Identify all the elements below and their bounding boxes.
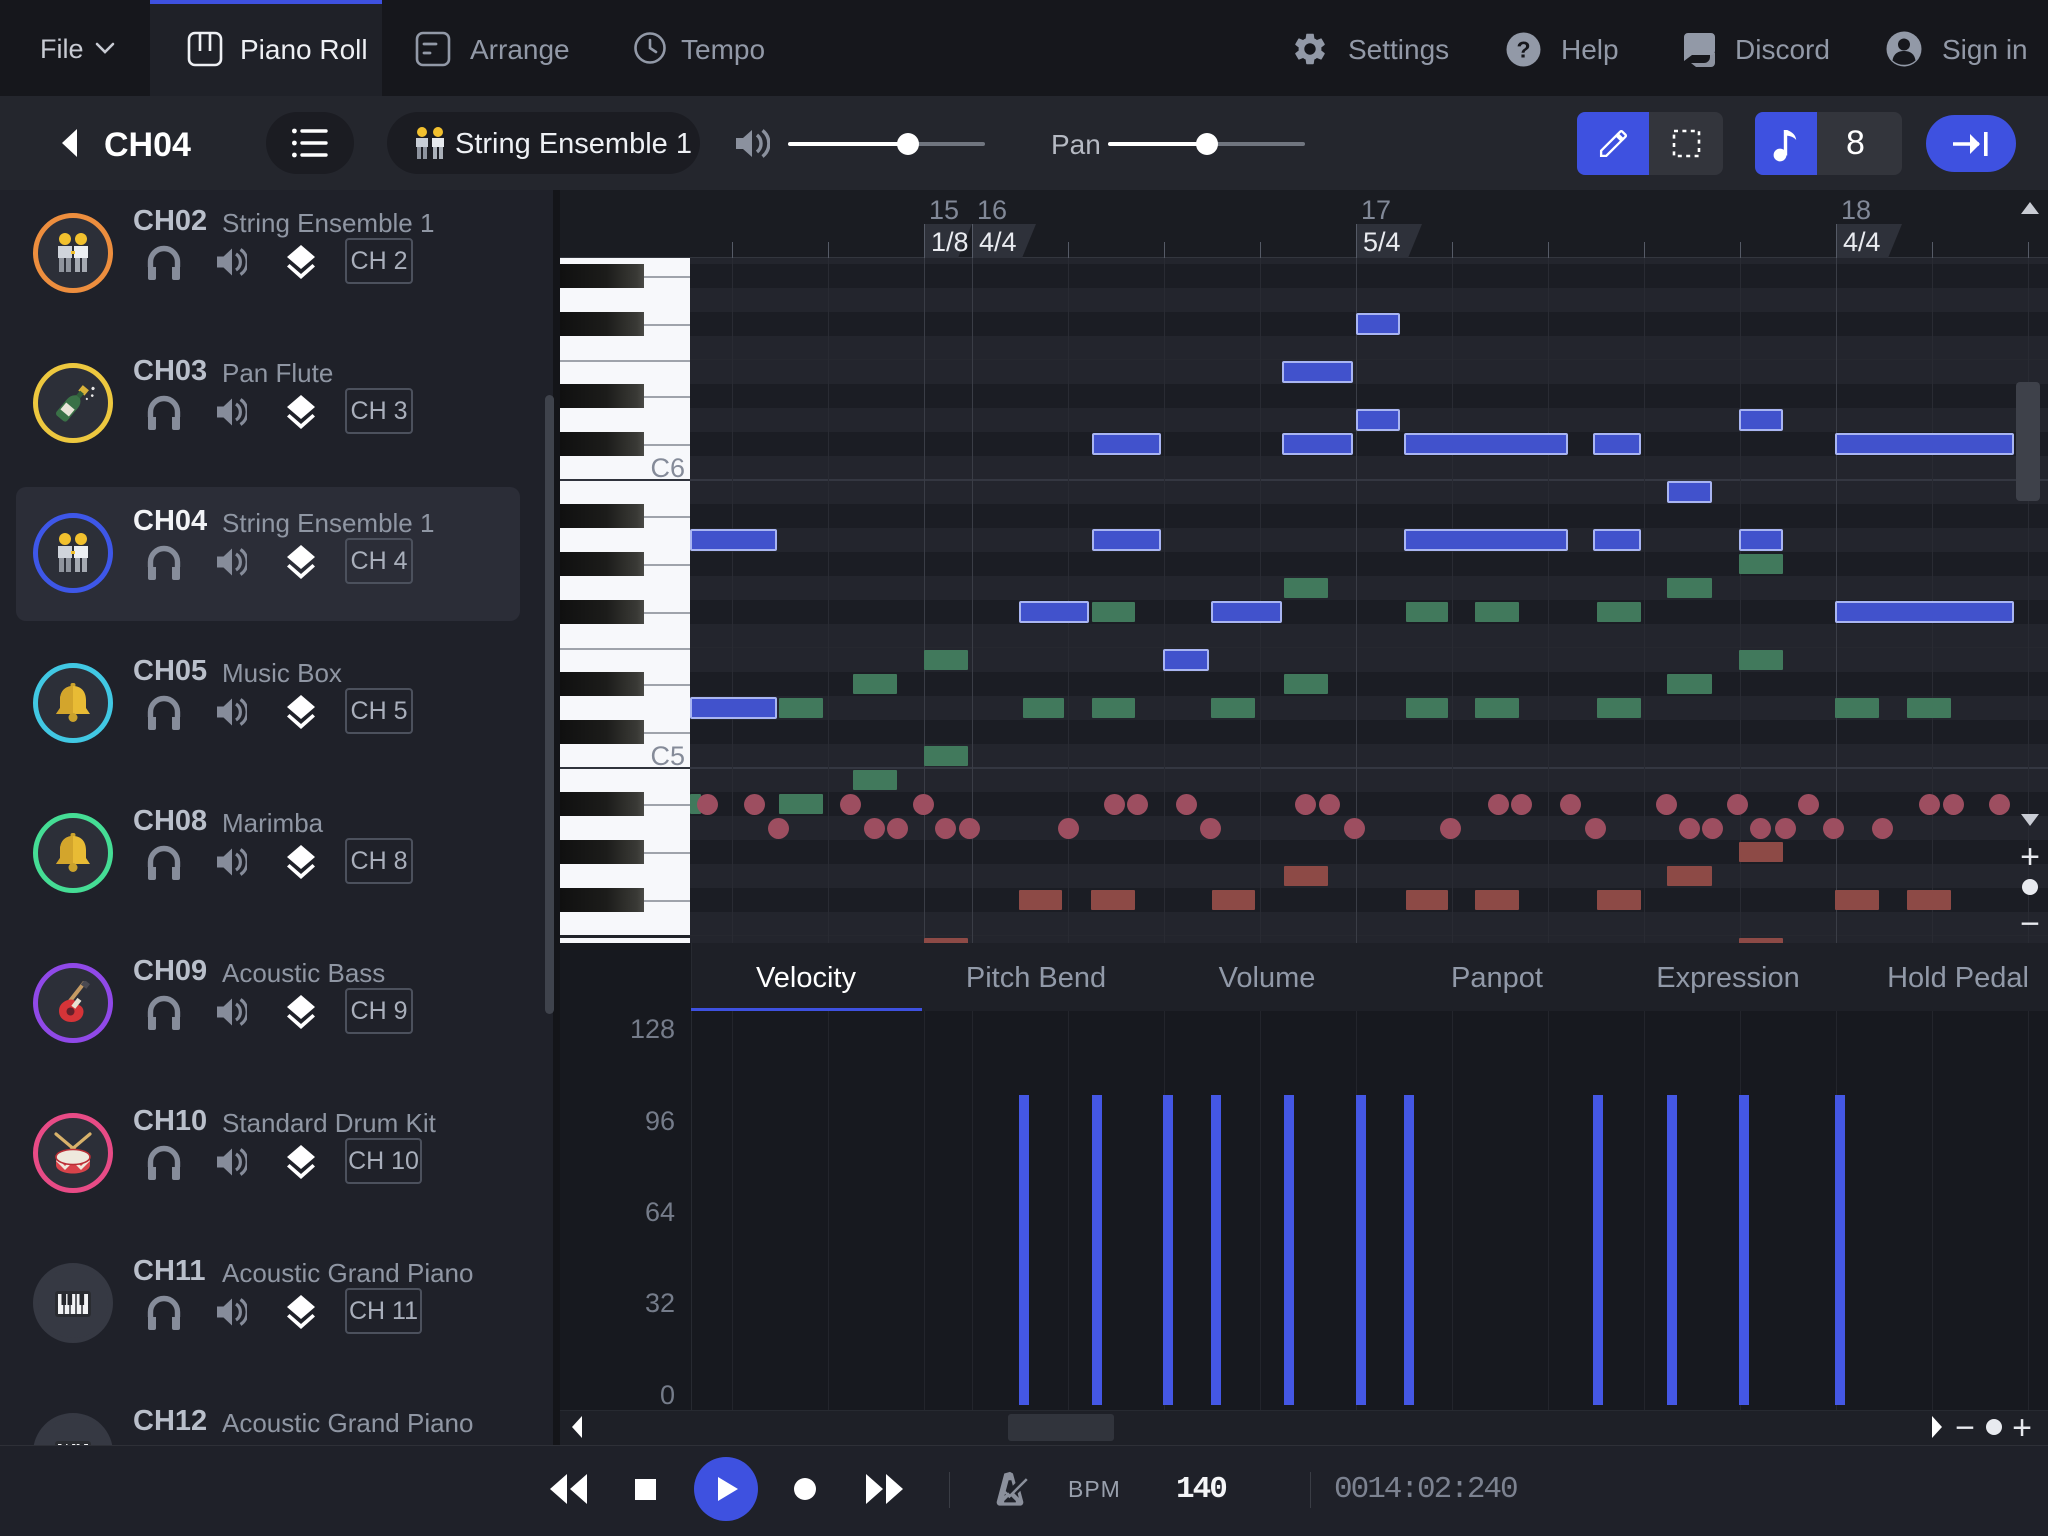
svg-text:?: ? xyxy=(1516,37,1530,63)
